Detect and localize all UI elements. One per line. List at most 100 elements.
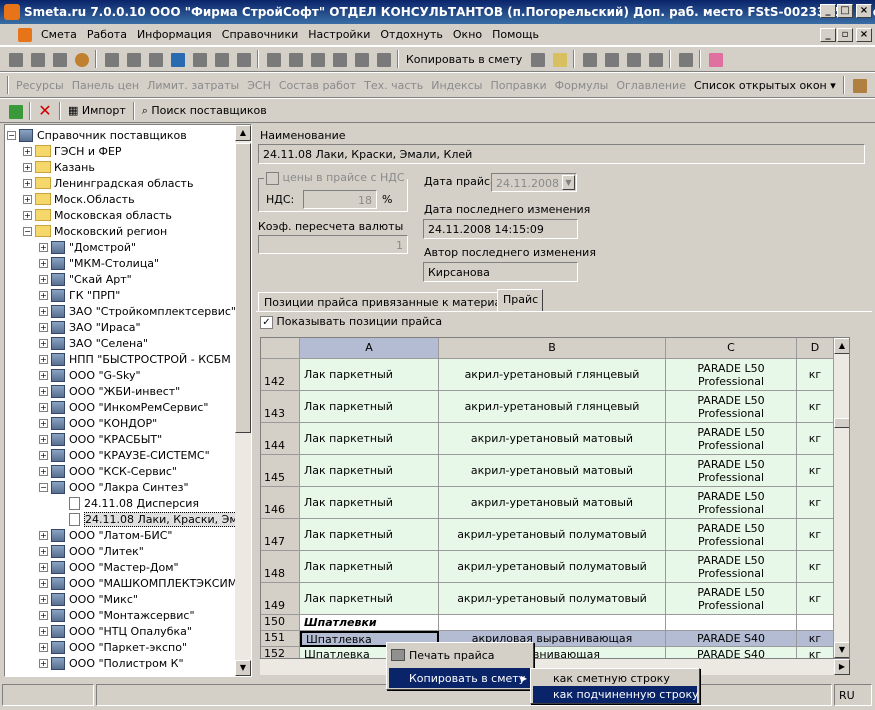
cell-d[interactable]: кг (797, 519, 834, 551)
maximize-button[interactable]: □ (837, 4, 853, 18)
expand-icon[interactable]: + (39, 578, 48, 588)
date-picker[interactable]: 24.11.2008 ▼ (491, 173, 577, 192)
expand-icon[interactable]: + (39, 306, 48, 316)
expand-icon[interactable]: + (23, 178, 32, 188)
tree-item[interactable]: + НПП "БЫСТРОСТРОЙ - КСБМ (39, 351, 231, 367)
tree-item[interactable]: + ООО "НТЦ Опалубка" (39, 623, 192, 639)
menu-help[interactable]: Помощь (487, 28, 544, 41)
row-number[interactable]: 142 (261, 359, 300, 391)
resources-button[interactable]: Ресурсы (16, 79, 64, 92)
expand-icon[interactable]: + (39, 386, 48, 396)
contents-button[interactable]: Оглавление (616, 79, 686, 92)
tree-item[interactable]: + ООО "КСК-Сервис" (39, 463, 177, 479)
tree-item[interactable]: 24.11.08 Дисперсия (57, 495, 199, 511)
menu-window[interactable]: Окно (448, 28, 487, 41)
copy-icon[interactable] (330, 50, 348, 68)
row-number[interactable]: 145 (261, 455, 300, 487)
cell-d[interactable]: кг (797, 391, 834, 423)
row-number[interactable]: 149 (261, 583, 300, 615)
tree-item[interactable]: + ЗАО "Ираса" (39, 319, 141, 335)
tree-item[interactable]: + ООО "ЖБИ-инвест" (39, 383, 180, 399)
list2-icon[interactable] (234, 50, 252, 68)
menu-settings[interactable]: Настройки (303, 28, 375, 41)
as-subordinate-row-item[interactable]: как подчиненную строку (533, 686, 699, 703)
cell-a[interactable]: Лак паркетный (300, 487, 439, 519)
cell-c[interactable]: PARADE L50 Professional (666, 423, 797, 455)
column-header-d[interactable]: D (797, 338, 834, 359)
save-icon[interactable] (102, 50, 120, 68)
expand-icon[interactable]: + (39, 610, 48, 620)
tree-icon[interactable] (6, 50, 24, 68)
cell-d[interactable]: кг (797, 487, 834, 519)
expand-icon[interactable]: + (39, 562, 48, 572)
expand-icon[interactable]: + (39, 658, 48, 668)
tree-item[interactable]: + ГК "ПРП" (39, 287, 120, 303)
tree-item[interactable]: + ООО "Мастер-Дом" (39, 559, 179, 575)
minimize-button[interactable]: _ (820, 4, 836, 18)
list-icon[interactable] (28, 50, 46, 68)
cell-d[interactable]: кг (797, 455, 834, 487)
tree-item[interactable]: + ЗАО "Стройкомплектсервис" (39, 303, 236, 319)
cell-a[interactable]: Лак паркетный (300, 423, 439, 455)
tech-part-button[interactable]: Тех. часть (364, 79, 423, 92)
wrench-icon[interactable] (850, 76, 868, 94)
tree-item[interactable]: + "Скай Арт" (39, 271, 132, 287)
expand-icon[interactable]: + (39, 450, 48, 460)
work-composition-button[interactable]: Состав работ (279, 79, 356, 92)
collapse-icon[interactable]: − (23, 226, 32, 236)
tree-item[interactable]: + "Домстрой" (39, 239, 136, 255)
cell-b[interactable]: акрил-уретановый глянцевый (439, 391, 666, 423)
tree-item[interactable]: + ООО "Микс" (39, 591, 138, 607)
mdi-restore-button[interactable]: ▫ (837, 28, 853, 42)
esn-button[interactable]: ЭСН (247, 79, 271, 92)
expand-icon[interactable]: + (39, 594, 48, 604)
refresh-green-icon[interactable] (6, 102, 24, 120)
column-header-a[interactable]: A (300, 338, 439, 359)
expand-icon[interactable]: + (39, 370, 48, 380)
tab-linked-positions[interactable]: Позиции прайса привязанные к материалам (258, 292, 523, 312)
cell-b[interactable]: акрил-уретановый матовый (439, 487, 666, 519)
collapse-icon[interactable]: − (39, 482, 48, 492)
corrections-button[interactable]: Поправки (490, 79, 546, 92)
eraser-icon[interactable] (706, 50, 724, 68)
expand-icon[interactable]: + (23, 146, 32, 156)
cell-b[interactable]: акрил-уретановый полуматовый (439, 551, 666, 583)
tree-item[interactable]: + ООО "Полистром К" (39, 655, 184, 671)
import-button[interactable]: ▦ Импорт (68, 104, 126, 117)
paste-icon[interactable] (352, 50, 370, 68)
tree-item[interactable]: + ГЭСН и ФЕР (23, 143, 122, 159)
scroll-down-icon[interactable]: ▼ (235, 660, 251, 676)
tree-scrollbar[interactable]: ▲ ▼ (235, 125, 251, 676)
limit-costs-button[interactable]: Лимит. затраты (147, 79, 239, 92)
cell-c[interactable] (666, 615, 797, 631)
tree-item[interactable]: + Моск.Область (23, 191, 135, 207)
row-number[interactable]: 152 (261, 647, 300, 658)
cell-d[interactable] (797, 615, 834, 631)
copy-to-estimate-button[interactable]: Копировать в смету (406, 53, 522, 66)
cell-b[interactable]: акрил-уретановый глянцевый (439, 359, 666, 391)
tree-item[interactable]: − ООО "Лакра Синтез" (39, 479, 189, 495)
cell-b[interactable] (439, 615, 666, 631)
expand-icon[interactable]: + (39, 290, 48, 300)
cell-c[interactable]: PARADE L50 Professional (666, 359, 797, 391)
expand-icon[interactable]: + (39, 418, 48, 428)
cell-c[interactable]: PARADE S40 (666, 631, 797, 647)
tree-item[interactable]: + ООО "КРАУЗЕ-СИСТЕМС" (39, 447, 210, 463)
cell-c[interactable]: PARADE L50 Professional (666, 391, 797, 423)
menu-info[interactable]: Информация (132, 28, 217, 41)
grid2-icon[interactable] (602, 50, 620, 68)
copy-to-estimate-item[interactable]: Копировать в смету ▶ (389, 668, 531, 688)
column-header-c[interactable]: C (666, 338, 797, 359)
delete-icon[interactable] (308, 50, 326, 68)
price-panel-button[interactable]: Панель цен (72, 79, 139, 92)
cell-a[interactable]: Лак паркетный (300, 391, 439, 423)
expand-icon[interactable]: + (39, 274, 48, 284)
tree-item[interactable]: + ООО "Литек" (39, 543, 144, 559)
delete-red-icon[interactable]: ✕ (36, 102, 54, 120)
cell-a[interactable]: Лак паркетный (300, 455, 439, 487)
cell-d[interactable]: кг (797, 423, 834, 455)
as-estimate-row-item[interactable]: как сметную строку (533, 670, 697, 686)
column-header-b[interactable]: B (439, 338, 666, 359)
grid3-icon[interactable] (624, 50, 642, 68)
tree-item[interactable]: + ЗАО "Селена" (39, 335, 148, 351)
